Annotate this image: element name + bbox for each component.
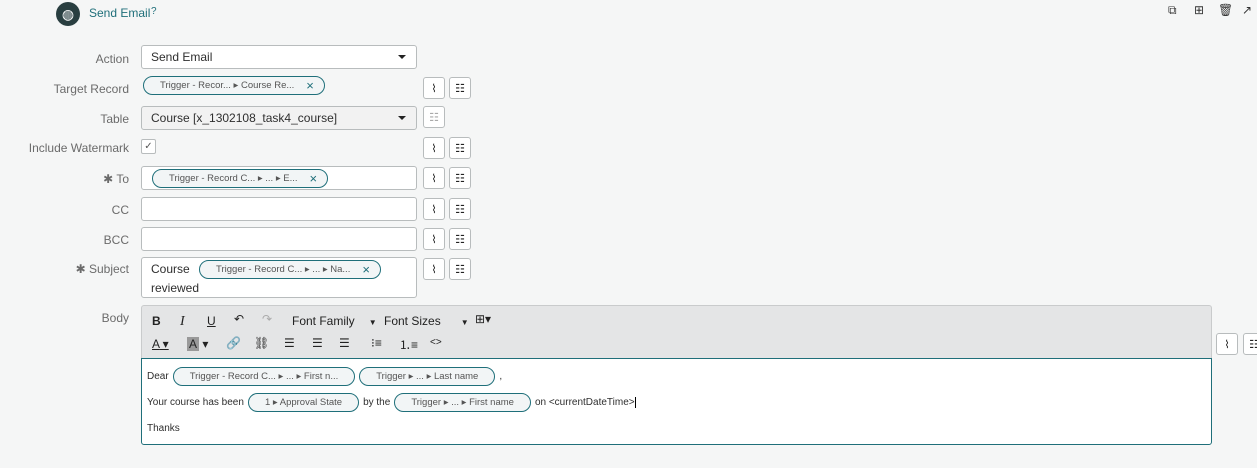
source-code-button[interactable]: <>: [430, 337, 442, 348]
help-icon[interactable]: ?: [151, 6, 157, 17]
data-pill-picker-button[interactable]: ☷: [449, 198, 471, 220]
align-left-icon[interactable]: ☰: [284, 336, 295, 350]
open-external-icon[interactable]: ↗: [1242, 3, 1252, 17]
to-label: ✱ To: [103, 172, 129, 186]
action-select[interactable]: Send Email: [141, 45, 417, 69]
body-label: Body: [101, 311, 129, 325]
trash-icon[interactable]: 🗑: [1218, 3, 1233, 17]
font-color-label: A: [152, 337, 160, 351]
align-center-icon[interactable]: ☰: [312, 336, 323, 350]
data-pill[interactable]: 1 ▸ Approval State: [247, 392, 360, 412]
script-button[interactable]: ⌇: [423, 137, 445, 159]
link-icon[interactable]: 🔗: [226, 336, 241, 350]
table-value: Course [x_1302108_task4_course]: [151, 111, 338, 125]
body-editor[interactable]: Dear Trigger - Record C... ▸ ... ▸ First…: [141, 358, 1212, 445]
data-pill-picker-button[interactable]: ☷: [423, 106, 445, 128]
action-title: Send Email: [89, 6, 151, 20]
data-pill[interactable]: Trigger ▸ ... ▸ Last name: [359, 366, 496, 386]
chevron-down-icon: ▼: [368, 318, 377, 327]
table-select[interactable]: Course [x_1302108_task4_course]: [141, 106, 417, 130]
bcc-input[interactable]: [141, 227, 417, 251]
undo-icon[interactable]: ↶: [234, 312, 244, 326]
script-button[interactable]: ⌇: [1216, 333, 1238, 355]
script-button[interactable]: ⌇: [423, 167, 445, 189]
chevron-down-icon: [398, 55, 406, 59]
editor-line: Your course has been 1 ▸ Approval State …: [147, 389, 1206, 415]
underline-button[interactable]: U: [207, 314, 216, 328]
text: Thanks: [147, 422, 180, 434]
background-color-button[interactable]: A ▾: [187, 337, 208, 351]
data-pill-picker-button[interactable]: ☷: [449, 167, 471, 189]
font-sizes-label: Font Sizes: [384, 314, 441, 328]
target-record-label: Target Record: [53, 82, 129, 96]
close-icon[interactable]: ×: [306, 78, 314, 93]
table-label: Table: [100, 112, 129, 126]
action-label: Action: [95, 52, 129, 66]
close-icon[interactable]: ×: [362, 260, 370, 279]
bg-color-label: A: [187, 337, 200, 351]
redo-icon[interactable]: ↷: [262, 312, 272, 326]
data-pill[interactable]: Trigger - Record C... ▸ ... ▸ First n...: [172, 366, 356, 386]
script-button[interactable]: ⌇: [423, 77, 445, 99]
data-pill-picker-button[interactable]: ☷: [449, 228, 471, 250]
bullet-list-icon[interactable]: ⁝≡: [371, 336, 382, 350]
text: on <currentDateTime>: [534, 396, 636, 408]
text: by the: [363, 396, 391, 408]
unlink-icon[interactable]: ⛓: [254, 336, 269, 350]
subject-prefix: Course: [151, 262, 190, 276]
cc-label: CC: [111, 203, 129, 217]
chevron-down-icon: ▼: [460, 318, 469, 327]
numbered-list-icon[interactable]: ⒈≡: [399, 336, 418, 353]
subject-label: ✱ Subject: [75, 262, 129, 276]
data-pill-picker-button[interactable]: ☷: [449, 258, 471, 280]
close-icon[interactable]: ×: [310, 171, 318, 186]
script-button[interactable]: ⌇: [423, 258, 445, 280]
editor-line: Thanks: [147, 415, 1206, 441]
chevron-down-icon: [398, 116, 406, 120]
script-button[interactable]: ⌇: [423, 198, 445, 220]
add-comment-icon[interactable]: ⊞: [1194, 3, 1204, 17]
script-button[interactable]: ⌇: [423, 228, 445, 250]
to-field[interactable]: Trigger - Record C... ▸ ... ▸ E... ×: [141, 166, 417, 190]
watermark-label: Include Watermark: [28, 141, 129, 155]
data-pill-picker-button[interactable]: ☷: [1243, 333, 1257, 355]
subject-suffix: reviewed: [151, 281, 200, 296]
text: Your course has been: [147, 396, 244, 408]
target-record-pill[interactable]: Trigger - Recor... ▸ Course Re... ×: [143, 76, 325, 95]
text: Dear: [147, 370, 169, 382]
data-pill[interactable]: Trigger ▸ ... ▸ First name: [394, 392, 531, 412]
globe-icon: ◍: [56, 2, 80, 26]
text: ,: [499, 370, 503, 382]
action-value: Send Email: [151, 50, 213, 64]
watermark-checkbox[interactable]: ✓: [141, 139, 156, 154]
table-icon[interactable]: ⊞▾: [475, 312, 491, 326]
data-pill-picker-button[interactable]: ☷: [449, 137, 471, 159]
font-family-label: Font Family: [292, 314, 355, 328]
copy-icon[interactable]: ⧉: [1168, 3, 1177, 18]
align-right-icon[interactable]: ☰: [339, 336, 350, 350]
font-color-button[interactable]: A ▾: [152, 337, 169, 351]
bold-button[interactable]: B: [152, 314, 161, 328]
pill-text: Trigger - Record C... ▸ ... ▸ Na...: [216, 264, 351, 276]
subject-field[interactable]: Course Trigger - Record C... ▸ ... ▸ Na.…: [141, 257, 417, 298]
data-pill-picker-button[interactable]: ☷: [449, 77, 471, 99]
font-family-select[interactable]: Font Family ▼: [292, 314, 377, 328]
pill-text: Trigger - Record C... ▸ ... ▸ E...: [169, 173, 298, 184]
bcc-label: BCC: [103, 233, 129, 247]
pill-text: Trigger - Recor... ▸ Course Re...: [160, 80, 295, 91]
font-sizes-select[interactable]: Font Sizes ▼: [384, 314, 469, 328]
cc-input[interactable]: [141, 197, 417, 221]
subject-pill[interactable]: Trigger - Record C... ▸ ... ▸ Na... ×: [199, 260, 381, 280]
editor-toolbar: B I U ↶ ↷ Font Family ▼ Font Sizes ▼ ⊞▾ A …: [141, 305, 1212, 359]
editor-line: Dear Trigger - Record C... ▸ ... ▸ First…: [147, 363, 1206, 389]
italic-button[interactable]: I: [180, 314, 185, 330]
